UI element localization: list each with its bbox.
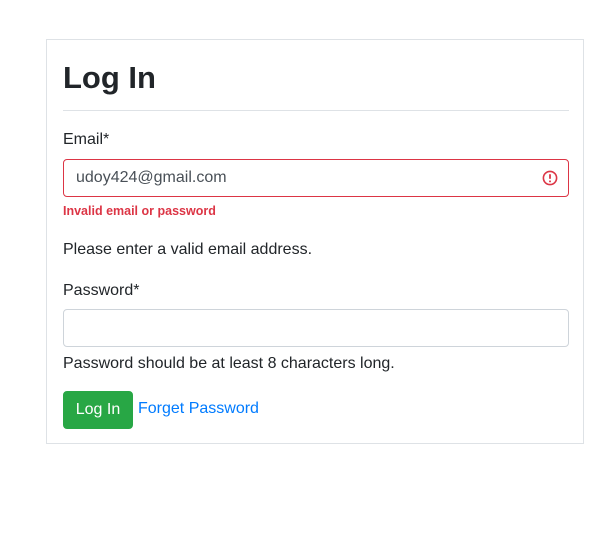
email-help-text: Please enter a valid email address. bbox=[63, 241, 313, 258]
title-divider bbox=[63, 110, 569, 111]
email-field-wrapper bbox=[63, 159, 569, 197]
forget-password-link[interactable]: Forget Password bbox=[138, 399, 259, 419]
email-error-message: Invalid email or password bbox=[63, 204, 216, 218]
exclamation-circle-icon bbox=[542, 170, 558, 186]
password-input[interactable] bbox=[64, 310, 568, 346]
login-card: Log In Email* Invalid email or password … bbox=[46, 39, 584, 444]
password-field-wrapper bbox=[63, 309, 569, 347]
email-label: Email* bbox=[63, 131, 110, 148]
email-input[interactable] bbox=[64, 160, 568, 196]
login-button[interactable]: Log In bbox=[63, 391, 133, 429]
page-title: Log In bbox=[63, 60, 156, 95]
password-help-text: Password should be at least 8 characters… bbox=[63, 355, 395, 372]
password-label: Password* bbox=[63, 282, 140, 299]
